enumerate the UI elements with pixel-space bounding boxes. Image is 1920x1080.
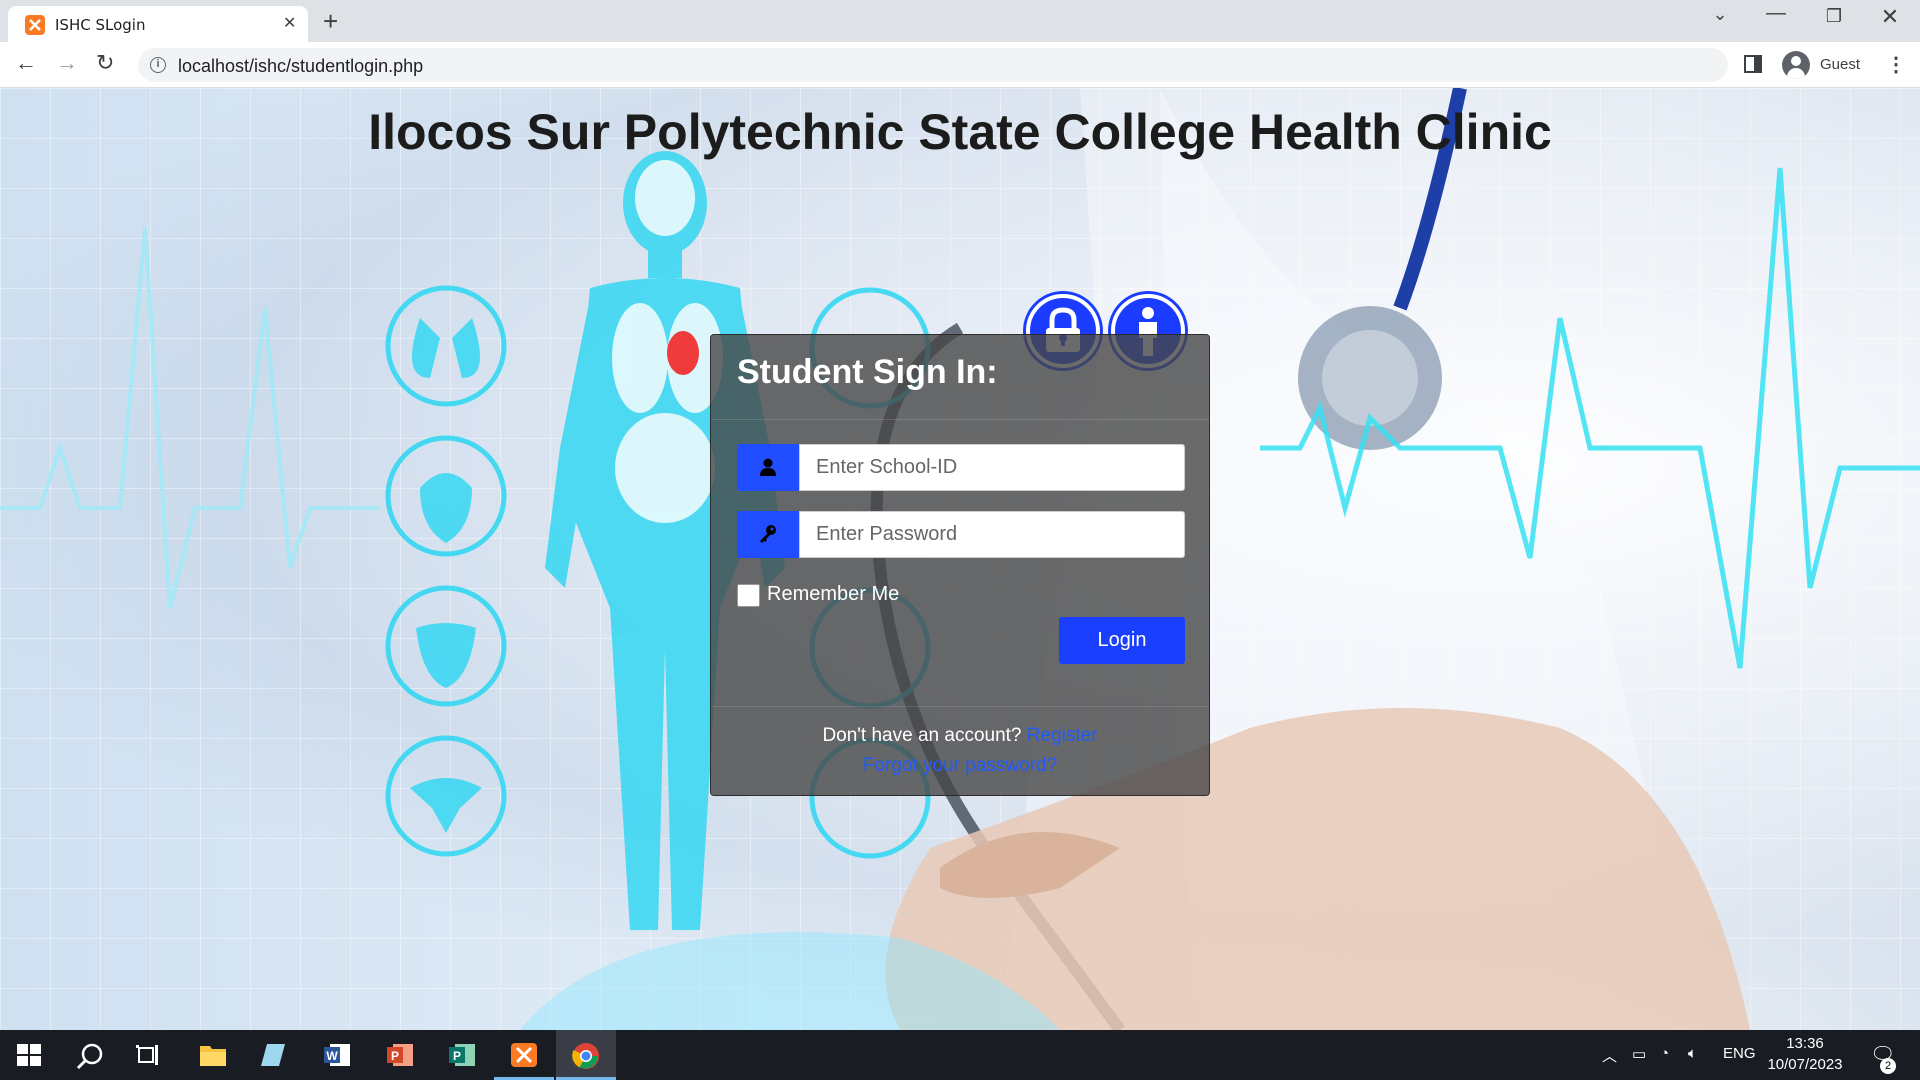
heading-divider [711,419,1209,420]
account-prompt: Don't have an account? [822,725,1027,746]
account-prompt-line: Don't have an account? Register [711,725,1209,747]
minimize-button[interactable]: — [1748,2,1804,25]
publisher-icon: P [449,1044,475,1066]
notification-count-badge: 2 [1880,1058,1896,1074]
svg-text:P: P [391,1049,399,1063]
browser-tab[interactable]: ISHC SLogin ✕ [8,6,308,42]
windows-taskbar: W P P ︿ ▭ ◔ 🔈︎ ENG 13:36 10/07/2023 🗨︎ 2 [0,1030,1920,1080]
file-explorer-button[interactable] [183,1030,243,1080]
key-icon [760,525,776,543]
school-id-group [737,444,1185,491]
remember-me-checkbox[interactable] [737,584,760,607]
xampp-app-button[interactable] [494,1030,554,1080]
forgot-password-link[interactable]: Forgot your password? [711,755,1209,777]
word-app-button[interactable]: W [307,1030,367,1080]
login-heading: Student Sign In: [737,353,998,391]
powerpoint-app-button[interactable]: P [370,1030,430,1080]
password-input[interactable] [799,511,1185,558]
kebab-menu-icon[interactable]: ⋮ [1886,52,1906,77]
school-id-input[interactable] [799,444,1185,491]
svg-text:W: W [326,1049,338,1063]
tab-search-chevron-icon[interactable]: ⌄ [1692,4,1748,25]
notepad-icon [261,1044,285,1066]
user-icon [760,458,776,476]
tab-close-icon[interactable]: ✕ [283,13,296,33]
clock-date[interactable]: 10/07/2023 [1760,1056,1850,1073]
start-button[interactable] [0,1030,60,1080]
site-info-icon[interactable]: i [150,57,166,73]
avatar-icon [1782,51,1810,79]
browser-toolbar: ← → ↻ i localhost/ishc/studentlogin.php … [0,42,1920,88]
forward-arrow-icon[interactable]: → [56,50,78,76]
remember-me-label[interactable]: Remember Me [767,583,899,606]
publisher-app-button[interactable]: P [432,1030,492,1080]
login-button[interactable]: Login [1059,617,1185,664]
close-window-button[interactable]: ✕ [1862,4,1918,30]
clock-time[interactable]: 13:36 [1770,1035,1840,1052]
task-view-button[interactable] [120,1030,180,1080]
language-indicator[interactable]: ENG [1723,1045,1756,1062]
task-view-icon [136,1045,158,1065]
new-tab-button[interactable]: + [323,6,338,37]
profile-name: Guest [1820,56,1861,73]
profile-button[interactable]: Guest [1780,49,1870,81]
xampp-icon [511,1043,537,1067]
search-button[interactable] [60,1030,120,1080]
page-title: Ilocos Sur Polytechnic State College Hea… [368,104,1552,160]
notepad-app-button[interactable] [244,1030,304,1080]
side-panel-icon[interactable] [1744,55,1762,73]
windows-logo-icon [17,1044,41,1066]
chrome-app-button[interactable] [556,1030,616,1080]
reload-icon[interactable]: ↻ [96,50,114,76]
footer-divider [711,706,1209,707]
password-group [737,511,1185,558]
back-arrow-icon[interactable]: ← [15,50,37,76]
tab-bar: ISHC SLogin ✕ + ⌄ — ❐ ✕ [0,0,1920,42]
network-icon[interactable]: ◔ [1660,1045,1669,1062]
xampp-favicon-icon [25,15,45,35]
tab-title: ISHC SLogin [55,16,146,34]
key-addon [737,511,799,558]
user-addon [737,444,799,491]
url-text[interactable]: localhost/ishc/studentlogin.php [178,56,423,77]
chrome-icon [572,1043,599,1069]
search-icon [76,1043,103,1070]
show-hidden-icons-chevron-icon[interactable]: ︿ [1602,1045,1617,1066]
register-link[interactable]: Register [1027,725,1098,746]
login-panel: Student Sign In: Reme [710,334,1210,796]
battery-icon[interactable]: ▭ [1632,1045,1646,1063]
page-content: Ilocos Sur Polytechnic State College Hea… [0,88,1920,1030]
volume-icon[interactable]: 🔈︎ [1688,1045,1697,1062]
folder-icon [200,1046,226,1066]
svg-text:P: P [453,1049,461,1063]
restore-button[interactable]: ❐ [1806,6,1862,27]
address-bar[interactable]: i localhost/ishc/studentlogin.php [138,48,1728,82]
powerpoint-icon: P [387,1044,413,1066]
word-icon: W [324,1044,350,1066]
